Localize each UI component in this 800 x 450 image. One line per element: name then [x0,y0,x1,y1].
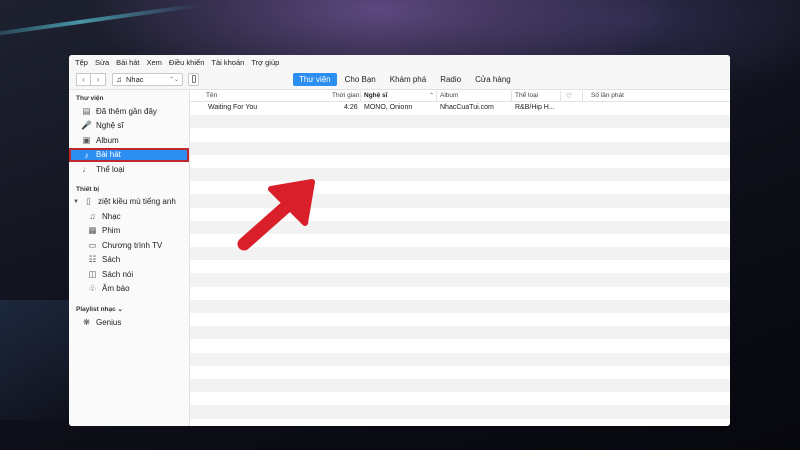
menu-file[interactable]: Tệp [75,58,88,67]
updown-chevron-icon: ⌃⌄ [168,76,179,83]
menu-view[interactable]: Xem [147,58,162,67]
column-header-album[interactable]: Album [440,92,458,99]
toolbar: ‹ › ♫ Nhạc ⌃⌄ Thư viện Cho Bạn Khám phá … [69,69,730,90]
sidebar-item-label: Chương trình TV [102,240,163,250]
column-header-name[interactable]: Tên [206,92,217,99]
column-header-time[interactable]: Thời gian [332,92,359,99]
sidebar-item-label: Sách [102,255,121,265]
sidebar-item-songs[interactable]: ♪ Bài hát [69,147,189,162]
audiobook-icon: ◫ [88,268,97,279]
sidebar-item-label: Nghệ sĩ [96,121,124,131]
cell-album: NhacCuaTui.com [440,104,494,111]
sidebar-item-artists[interactable]: 🎤 Nghệ sĩ [69,119,189,134]
table-rows: Waiting For You 4:26 MONO, Onionn NhacCu… [190,102,730,419]
forward-button[interactable]: › [91,72,106,86]
menu-help[interactable]: Trợ giúp [251,58,279,67]
sidebar-item-label: Nhạc [102,211,121,221]
recently-added-icon: ▤ [82,105,91,116]
tab-store[interactable]: Cửa hàng [469,73,517,86]
devices-section-header: Thiết bị [76,185,100,193]
sidebar-item-device-tones[interactable]: ♧ Âm báo [69,282,189,297]
sidebar-item-label: Genius [96,317,122,327]
cell-artist: MONO, Onionn [364,104,413,111]
music-note-icon: ♫ [89,211,96,222]
sidebar-item-device-tv[interactable]: ▭ Chương trình TV [69,238,189,253]
itunes-window: Tệp Sửa Bài hát Xem Điều khiển Tài khoản… [69,55,730,426]
sidebar-item-device-audiobooks[interactable]: ◫ Sách nói [69,267,189,282]
sort-ascending-icon: ⌃ [429,93,435,99]
heart-icon[interactable]: ♡ [566,92,572,100]
playlists-section-header[interactable]: Playlist nhạc ⌄ [69,302,189,315]
cell-genre: R&B/Hip H... [515,104,555,111]
sidebar-item-label: Album [96,135,119,145]
view-tabs: Thư viện Cho Bạn Khám phá Radio Cửa hàng [293,73,519,86]
sidebar-item-genius[interactable]: ❋ Genius [69,315,189,330]
chevron-left-icon: ‹ [82,74,85,84]
sidebar-item-label: Bài hát [96,150,121,160]
tab-radio[interactable]: Radio [434,73,467,86]
sidebar: Thư viện ▤ Đã thêm gần đây 🎤 Nghệ sĩ ▣ A… [69,90,190,426]
film-icon: ▦ [88,225,97,236]
column-header-genre[interactable]: Thể loại [515,92,538,99]
sidebar-item-device-movies[interactable]: ▦ Phim [69,224,189,239]
sidebar-item-label: Phim [102,226,121,236]
media-type-label: Nhạc [126,74,144,84]
music-note-icon: ♫ [116,74,122,84]
sidebar-item-recently-added[interactable]: ▤ Đã thêm gần đây [69,104,189,119]
table-header: Tên Thời gian Nghệ sĩ ⌃ Album Thể loại ♡… [190,90,730,102]
sidebar-item-device-books[interactable]: ☷ Sách [69,253,189,268]
bell-icon: ♧ [88,283,97,294]
column-header-artist[interactable]: Nghệ sĩ [364,92,387,99]
cell-name: Waiting For You [208,104,258,111]
phone-icon [191,75,196,83]
cell-time: 4:26 [344,104,358,111]
album-icon: ▣ [82,134,91,145]
menu-controls[interactable]: Điều khiển [169,58,204,67]
book-icon: ☷ [88,254,97,265]
chevron-right-icon: › [96,74,100,84]
library-section-header: Thư viện [76,95,104,102]
microphone-icon: 🎤 [81,120,92,131]
songs-table: Tên Thời gian Nghệ sĩ ⌃ Album Thể loại ♡… [190,90,730,426]
disclosure-triangle-icon[interactable]: ▼ [73,199,79,205]
sidebar-item-device-music[interactable]: ♫ Nhạc [69,209,189,224]
sidebar-item-label: Âm báo [102,284,130,294]
tab-browse[interactable]: Khám phá [384,73,432,86]
genre-icon: ♩ [82,164,91,175]
column-header-plays[interactable]: Số lần phát [591,92,624,99]
sidebar-item-albums[interactable]: ▣ Album [69,133,189,148]
sidebar-item-genres[interactable]: ♩ Thể loại [69,162,189,177]
device-button[interactable] [188,72,199,86]
menu-edit[interactable]: Sửa [95,58,109,67]
tv-icon: ▭ [88,239,97,250]
sidebar-item-label: Sách nói [102,269,134,279]
sidebar-item-label: Thể loại [96,164,125,174]
sidebar-item-device[interactable]: ▼ ▯ ziệt kiều mù tiếng anh [69,195,189,210]
tab-library[interactable]: Thư viện [293,73,337,86]
device-name: ziệt kiều mù tiếng anh [97,197,176,207]
menu-song[interactable]: Bài hát [116,58,139,67]
menu-account[interactable]: Tài khoản [211,58,244,67]
genius-icon: ❋ [82,316,91,327]
back-button[interactable]: ‹ [76,72,91,86]
sidebar-item-label: Đã thêm gần đây [96,106,157,116]
menu-bar: Tệp Sửa Bài hát Xem Điều khiển Tài khoản… [69,55,730,69]
media-type-selector[interactable]: ♫ Nhạc ⌃⌄ [112,72,183,86]
table-row[interactable]: Waiting For You 4:26 MONO, Onionn NhacCu… [190,102,730,115]
phone-icon: ▯ [86,196,91,207]
music-note-icon: ♪ [84,149,89,160]
tab-for-you[interactable]: Cho Bạn [339,73,382,86]
